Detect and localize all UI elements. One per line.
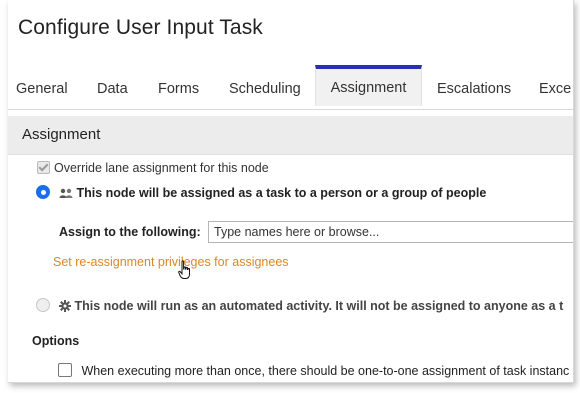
- tab-exceptions[interactable]: Exce: [539, 69, 571, 109]
- tab-forms[interactable]: Forms: [158, 69, 199, 109]
- override-lane-checkbox[interactable]: [37, 161, 50, 174]
- person-option-row: This node will be assigned as a task to …: [36, 185, 486, 202]
- person-option-radio[interactable]: [36, 185, 50, 199]
- tab-scheduling[interactable]: Scheduling: [229, 69, 301, 109]
- tab-escalations[interactable]: Escalations: [437, 69, 511, 109]
- tab-assignment[interactable]: Assignment: [315, 65, 422, 106]
- assignee-search-input[interactable]: [208, 221, 573, 243]
- override-lane-row: Override lane assignment for this node: [37, 161, 269, 175]
- automated-option-radio[interactable]: [36, 298, 50, 312]
- assign-to-label: Assign to the following:: [59, 225, 201, 239]
- automated-option-row: This node will run as an automated activ…: [36, 298, 563, 315]
- assignment-section-header: Assignment: [8, 116, 573, 155]
- one-to-one-row: When executing more than once, there sho…: [58, 363, 569, 378]
- tab-data[interactable]: Data: [97, 69, 128, 109]
- configure-task-dialog: Configure User Input Task General Data F…: [8, 0, 574, 383]
- automated-option-label: This node will run as an automated activ…: [74, 299, 564, 313]
- override-lane-label: Override lane assignment for this node: [54, 161, 269, 175]
- gear-icon: [59, 300, 72, 315]
- people-group-icon: [59, 188, 73, 202]
- hand-pointer-cursor-icon: [178, 260, 192, 285]
- person-option-label: This node will be assigned as a task to …: [76, 186, 487, 200]
- reassignment-privileges-link[interactable]: Set re-assignment privileges for assigne…: [53, 255, 289, 269]
- dialog-title: Configure User Input Task: [18, 16, 263, 39]
- one-to-one-checkbox[interactable]: [58, 363, 72, 377]
- section-title: Assignment: [22, 126, 101, 143]
- tab-general[interactable]: General: [16, 69, 68, 109]
- tab-bar: General Data Forms Scheduling Assignment…: [8, 65, 573, 110]
- one-to-one-label: When executing more than once, there sho…: [81, 364, 570, 378]
- options-title: Options: [32, 334, 80, 348]
